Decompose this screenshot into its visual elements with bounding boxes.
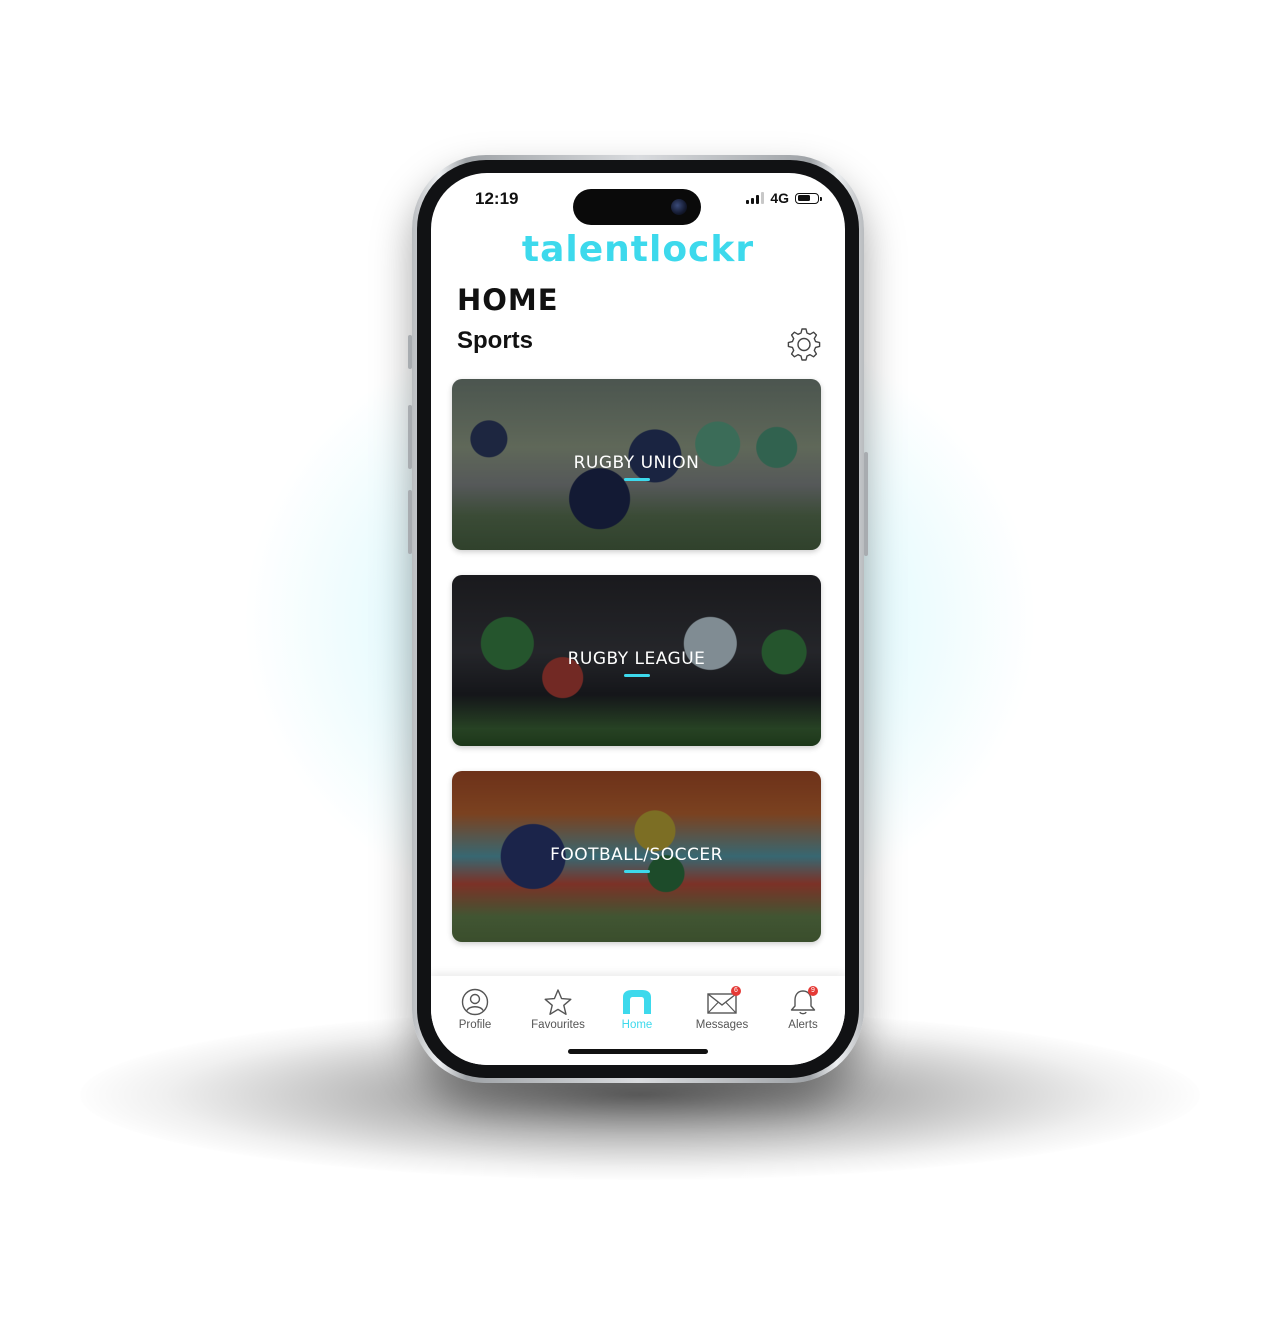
alerts-badge: 9 (808, 986, 818, 996)
sport-card-rugby-union[interactable]: RUGBY UNION (452, 379, 821, 550)
phone-screen: 12:19 4G talentlockr HOME Sports RUGBY U… (431, 173, 845, 1065)
profile-icon (461, 988, 489, 1016)
star-icon (544, 989, 572, 1015)
power-button (864, 452, 868, 556)
tab-label: Profile (458, 1019, 492, 1031)
tab-alerts[interactable]: 9 Alerts (768, 986, 838, 1031)
home-indicator (568, 1049, 708, 1054)
bottom-tab-bar: Profile Favourites Home 6 Messages 9 Ale… (431, 976, 845, 1065)
camera-lens (671, 199, 687, 215)
volume-up-button (408, 405, 412, 469)
tab-messages[interactable]: 6 Messages (687, 986, 757, 1031)
tab-label: Home (621, 1019, 653, 1031)
tab-label: Favourites (531, 1019, 585, 1031)
network-type: 4G (770, 190, 789, 206)
tab-label: Alerts (788, 1019, 818, 1031)
battery-icon (795, 192, 822, 204)
sport-card-rugby-league[interactable]: RUGBY LEAGUE (452, 575, 821, 746)
status-indicators: 4G (746, 190, 822, 206)
label-underline (624, 674, 650, 677)
mute-switch (408, 335, 412, 369)
sport-card-label: FOOTBALL/SOCCER (550, 845, 723, 865)
dynamic-island (573, 189, 701, 225)
settings-gear-icon[interactable] (787, 327, 821, 361)
home-icon (623, 990, 651, 1014)
signal-icon (746, 192, 765, 204)
app-logo: talentlockr (521, 229, 755, 270)
tab-label: Messages (695, 1019, 749, 1031)
sport-card-football-soccer[interactable]: FOOTBALL/SOCCER (452, 771, 821, 942)
volume-down-button (408, 490, 412, 554)
tab-profile[interactable]: Profile (440, 988, 510, 1031)
tab-favourites[interactable]: Favourites (523, 988, 593, 1031)
sport-card-label: RUGBY UNION (573, 453, 700, 473)
tab-home[interactable]: Home (602, 988, 672, 1031)
page-heading: HOME (457, 283, 559, 317)
messages-badge: 6 (731, 986, 741, 996)
section-title: Sports (457, 327, 534, 354)
sport-card-label: RUGBY LEAGUE (567, 649, 706, 669)
status-time: 12:19 (475, 189, 519, 208)
label-underline (624, 870, 650, 873)
label-underline (624, 478, 650, 481)
